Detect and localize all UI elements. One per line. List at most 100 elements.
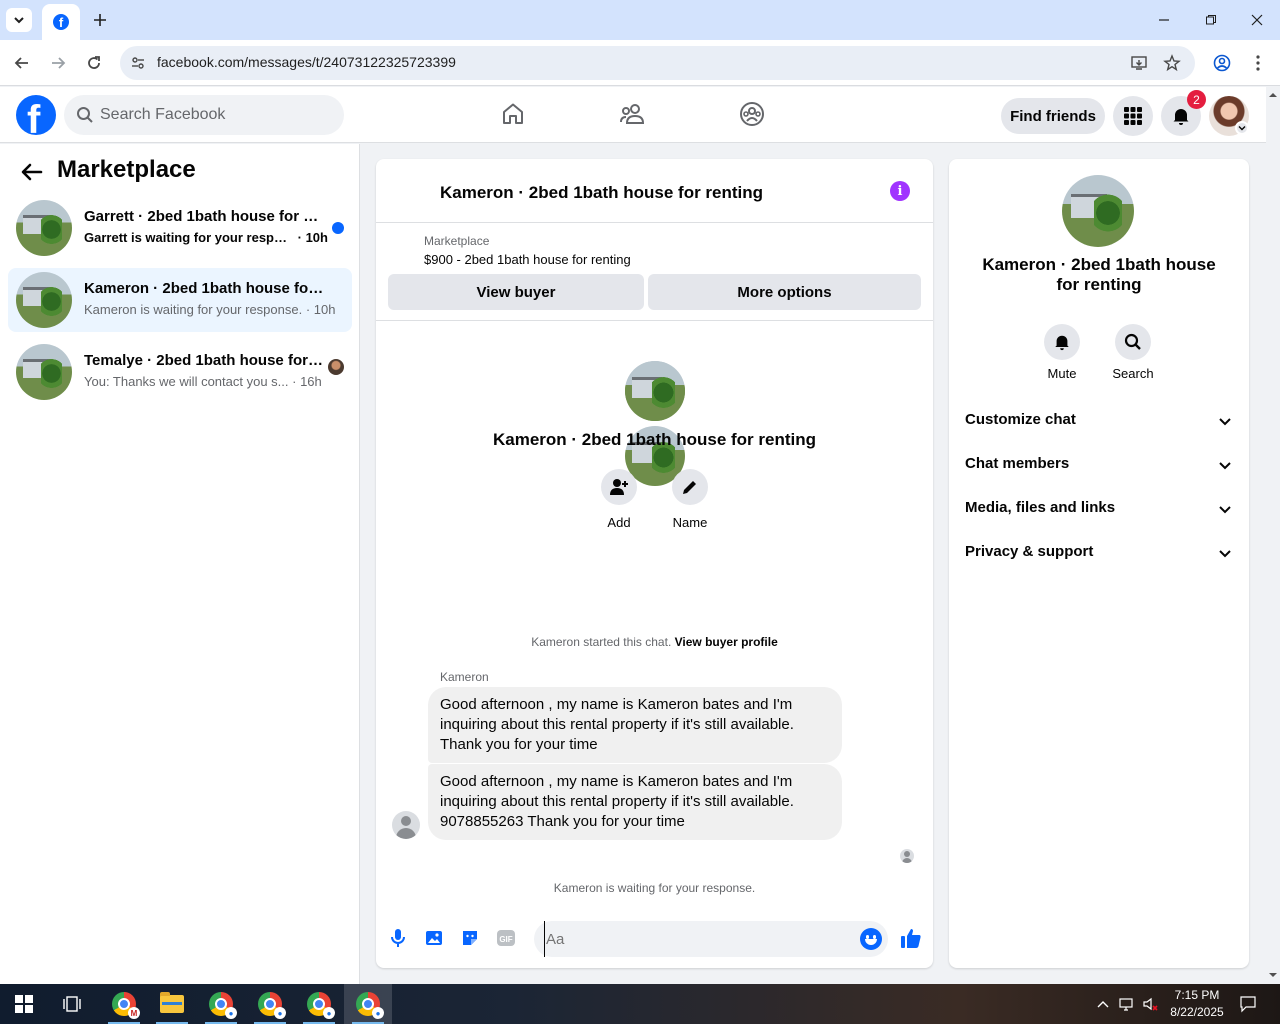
- address-bar[interactable]: facebook.com/messages/t/2407312232572339…: [120, 46, 1195, 80]
- chrome-icon: ●: [258, 992, 286, 1019]
- details-title: Kameron · 2bed 1bath house for renting: [982, 255, 1216, 294]
- pencil-icon: [683, 481, 696, 494]
- arrow-left-icon: [14, 57, 28, 69]
- facebook-favicon-icon: f: [53, 14, 69, 30]
- emoji-icon[interactable]: [860, 928, 882, 950]
- chevron-down-icon: [1219, 462, 1231, 470]
- search-box[interactable]: [64, 95, 344, 135]
- action-center-button[interactable]: [1236, 984, 1260, 1024]
- friends-nav-button[interactable]: [618, 99, 648, 129]
- tab-search-button[interactable]: [6, 8, 32, 32]
- details-avatar[interactable]: [1062, 175, 1134, 247]
- add-person-icon: [610, 479, 628, 495]
- sticker-button[interactable]: [458, 926, 482, 950]
- message-composer[interactable]: [534, 921, 888, 957]
- more-vertical-icon: [1256, 55, 1260, 71]
- chrome-icon: M: [112, 992, 140, 1019]
- browser-menu-button[interactable]: [1246, 51, 1270, 75]
- friends-icon: [620, 104, 645, 124]
- conversation-snippet: Kameron is waiting for your response. · …: [84, 302, 336, 317]
- info-icon[interactable]: i: [890, 181, 910, 201]
- privacy-support-section[interactable]: Privacy & support: [957, 531, 1241, 575]
- search-input[interactable]: [100, 95, 330, 135]
- sticker-icon: [463, 931, 477, 945]
- profile-button[interactable]: [1210, 51, 1234, 75]
- reload-button[interactable]: [82, 51, 106, 75]
- browser-tab-facebook[interactable]: f: [42, 4, 80, 40]
- taskbar-file-explorer[interactable]: [148, 984, 196, 1024]
- restore-button[interactable]: [1199, 8, 1223, 32]
- plus-icon: [94, 14, 106, 26]
- taskbar-chrome-profile-2[interactable]: ●: [246, 984, 294, 1024]
- search-in-chat-button[interactable]: Search: [1103, 324, 1163, 381]
- taskbar-chrome-gmail[interactable]: M: [100, 984, 148, 1024]
- view-buyer-profile-link[interactable]: View buyer profile: [675, 635, 778, 649]
- taskbar-chrome-active[interactable]: ●: [344, 984, 392, 1024]
- bookmark-star-icon[interactable]: [1162, 53, 1182, 73]
- listing-thumbnail: [16, 344, 72, 400]
- windows-logo-icon: [15, 995, 33, 1013]
- scroll-up-arrow-icon[interactable]: [1268, 90, 1278, 100]
- chat-center-title: Kameron · 2bed 1bath house for renting: [492, 430, 817, 449]
- network-icon[interactable]: [1116, 984, 1138, 1024]
- chat-members-section[interactable]: Chat members: [957, 443, 1241, 487]
- chevron-down-icon: [1219, 418, 1231, 426]
- forward-button[interactable]: [46, 51, 70, 75]
- groups-nav-button[interactable]: [737, 99, 767, 129]
- conversation-item-garrett[interactable]: Garrett · 2bed 1bath house for re... Gar…: [8, 196, 352, 260]
- home-nav-button[interactable]: [498, 99, 528, 129]
- taskbar-chrome-profile-3[interactable]: ●: [295, 984, 343, 1024]
- taskbar-chrome-profile-1[interactable]: ●: [197, 984, 245, 1024]
- install-app-icon[interactable]: [1129, 53, 1149, 73]
- waiting-notice: Kameron is waiting for your response.: [553, 881, 756, 895]
- name-chat-button[interactable]: Name: [660, 469, 720, 530]
- like-button[interactable]: [898, 925, 924, 951]
- gif-button[interactable]: GIF: [494, 926, 518, 950]
- new-tab-button[interactable]: [88, 8, 112, 32]
- facebook-header: f Find friends: [0, 87, 1266, 143]
- conversation-item-temalye[interactable]: Temalye · 2bed 1bath house for ... You: …: [8, 340, 352, 404]
- volume-muted-icon[interactable]: [1140, 984, 1162, 1024]
- arrow-right-icon: [52, 57, 66, 69]
- show-hidden-icons-button[interactable]: [1094, 984, 1112, 1024]
- media-files-links-section[interactable]: Media, files and links: [957, 487, 1241, 531]
- listing-price[interactable]: $900 - 2bed 1bath house for renting: [424, 252, 631, 267]
- voice-clip-button[interactable]: [386, 926, 410, 950]
- bell-icon: [1173, 109, 1189, 125]
- find-friends-button[interactable]: Find friends: [1001, 98, 1105, 134]
- chat-title[interactable]: Kameron · 2bed 1bath house for renting: [440, 183, 763, 203]
- taskbar-clock[interactable]: 7:15 PM 8/22/2025: [1160, 987, 1234, 1021]
- chat-center-avatar: [625, 361, 685, 421]
- sidebar-title: Marketplace: [57, 156, 196, 183]
- message-input[interactable]: [544, 921, 844, 957]
- site-settings-icon[interactable]: [128, 53, 148, 73]
- menu-button[interactable]: [1113, 96, 1153, 136]
- mute-button[interactable]: Mute: [1032, 324, 1092, 381]
- back-button[interactable]: [10, 51, 34, 75]
- minimize-button[interactable]: [1152, 8, 1176, 32]
- account-chevron-icon[interactable]: [1235, 121, 1249, 135]
- more-options-button[interactable]: More options: [648, 274, 921, 310]
- customize-chat-section[interactable]: Customize chat: [957, 399, 1241, 443]
- message-bubble[interactable]: Good afternoon , my name is Kameron bate…: [428, 764, 842, 840]
- task-view-button[interactable]: [48, 984, 96, 1024]
- sender-avatar[interactable]: [392, 811, 420, 839]
- thumbs-up-icon: [901, 929, 921, 948]
- back-arrow-icon[interactable]: [20, 160, 44, 184]
- browser-tab-strip: f: [0, 0, 1280, 40]
- listing-thumbnail: [16, 200, 72, 256]
- microphone-icon: [391, 929, 405, 947]
- listing-banner: Marketplace $900 - 2bed 1bath house for …: [376, 224, 933, 486]
- listing-thumbnail: [16, 272, 72, 328]
- add-people-button[interactable]: Add: [589, 469, 649, 530]
- facebook-logo-icon[interactable]: f: [16, 95, 56, 135]
- conversation-item-kameron[interactable]: Kameron · 2bed 1bath house for re... Kam…: [8, 268, 352, 332]
- close-window-button[interactable]: [1245, 8, 1269, 32]
- start-button[interactable]: [0, 984, 48, 1024]
- view-buyer-button[interactable]: View buyer: [388, 274, 644, 310]
- scroll-down-arrow-icon[interactable]: [1268, 970, 1278, 980]
- message-bubble[interactable]: Good afternoon , my name is Kameron bate…: [428, 687, 842, 763]
- minimize-icon: [1159, 19, 1169, 21]
- attach-photo-button[interactable]: [422, 926, 446, 950]
- image-icon: [426, 931, 442, 945]
